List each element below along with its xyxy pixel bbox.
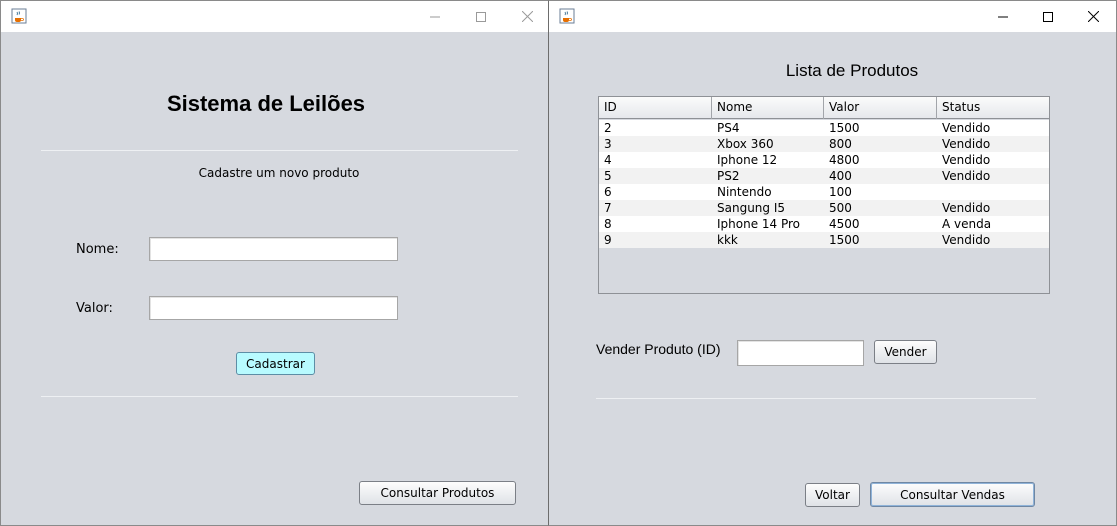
cell-status: Vendido: [942, 137, 991, 151]
cell-id: 6: [604, 185, 612, 199]
close-icon[interactable]: [1070, 1, 1116, 32]
table-row[interactable]: 7 Sangung I5 500 Vendido: [599, 200, 1049, 216]
consultar-produtos-button[interactable]: Consultar Produtos: [359, 481, 516, 505]
cell-valor: 100: [829, 185, 852, 199]
cell-valor: 1500: [829, 233, 860, 247]
cell-nome: PS4: [717, 121, 740, 135]
cell-nome: Nintendo: [717, 185, 772, 199]
vender-button[interactable]: Vender: [874, 340, 937, 364]
voltar-button[interactable]: Voltar: [805, 483, 860, 507]
cell-status: Vendido: [942, 169, 991, 183]
page-title: Sistema de Leilões: [166, 91, 366, 116]
table-row[interactable]: 3 Xbox 360 800 Vendido: [599, 136, 1049, 152]
table-header: ID Nome Valor Status: [599, 97, 1049, 119]
valor-field[interactable]: [149, 296, 398, 320]
minimize-icon[interactable]: [412, 1, 458, 32]
column-header-status[interactable]: Status: [937, 97, 1049, 119]
vender-label: Vender Produto (ID): [596, 341, 721, 357]
cell-status: Vendido: [942, 153, 991, 167]
cadastrar-button[interactable]: Cadastrar: [236, 352, 315, 375]
table-row[interactable]: 5 PS2 400 Vendido: [599, 168, 1049, 184]
java-coffee-icon: [559, 8, 575, 24]
divider-top: [41, 150, 518, 151]
cell-id: 5: [604, 169, 612, 183]
lista-produtos-window: Lista de Produtos ID Nome Valor Status 2…: [548, 0, 1117, 526]
valor-label: Valor:: [76, 301, 113, 316]
cell-valor: 400: [829, 169, 852, 183]
cell-valor: 4800: [829, 153, 860, 167]
vender-id-field[interactable]: [737, 340, 864, 366]
close-icon[interactable]: [504, 1, 548, 32]
maximize-icon[interactable]: [458, 1, 504, 32]
column-header-id[interactable]: ID: [599, 97, 712, 119]
minimize-icon[interactable]: [980, 1, 1026, 32]
table-row[interactable]: 4 Iphone 12 4800 Vendido: [599, 152, 1049, 168]
cell-id: 8: [604, 217, 612, 231]
cell-id: 7: [604, 201, 612, 215]
table-body: 2 PS4 1500 Vendido 3 Xbox 360 800 Vendid…: [599, 120, 1049, 248]
nome-field[interactable]: [149, 237, 398, 261]
nome-label: Nome:: [76, 242, 119, 257]
cell-nome: kkk: [717, 233, 738, 247]
cell-nome: Iphone 14 Pro: [717, 217, 801, 231]
table-row[interactable]: 8 Iphone 14 Pro 4500 A venda: [599, 216, 1049, 232]
page-title: Lista de Produtos: [785, 61, 919, 80]
cell-status: Vendido: [942, 233, 991, 247]
cell-status: Vendido: [942, 121, 991, 135]
cell-status: A venda: [942, 217, 992, 231]
cell-status: [937, 184, 1049, 200]
cell-valor: 4500: [829, 217, 860, 231]
cell-id: 9: [604, 233, 612, 247]
maximize-icon[interactable]: [1025, 1, 1071, 32]
cell-nome: Xbox 360: [717, 137, 774, 151]
divider: [596, 398, 1036, 399]
table-row[interactable]: 9 kkk 1500 Vendido: [599, 232, 1049, 248]
cell-valor: 1500: [829, 121, 860, 135]
title-bar[interactable]: [549, 1, 1116, 32]
cell-id: 3: [604, 137, 612, 151]
table-row[interactable]: 6 Nintendo 100: [599, 184, 1049, 200]
cell-id: 4: [604, 153, 612, 167]
cell-id: 2: [604, 121, 612, 135]
form-subtitle: Cadastre um novo produto: [198, 166, 360, 180]
produtos-table[interactable]: ID Nome Valor Status 2 PS4 1500 Vendido …: [598, 96, 1050, 294]
cell-valor: 500: [829, 201, 852, 215]
java-coffee-icon: [11, 8, 27, 24]
cell-nome: Iphone 12: [717, 153, 778, 167]
column-header-valor[interactable]: Valor: [824, 97, 937, 119]
title-bar[interactable]: [1, 1, 548, 32]
divider-bottom: [41, 396, 518, 397]
cell-nome: Sangung I5: [717, 201, 786, 215]
consultar-vendas-button[interactable]: Consultar Vendas: [870, 482, 1035, 507]
cell-valor: 800: [829, 137, 852, 151]
column-header-nome[interactable]: Nome: [712, 97, 824, 119]
cadastro-window: Sistema de Leilões Cadastre um novo prod…: [0, 0, 549, 526]
table-row[interactable]: 2 PS4 1500 Vendido: [599, 120, 1049, 136]
cell-nome: PS2: [717, 169, 740, 183]
cell-status: Vendido: [942, 201, 991, 215]
